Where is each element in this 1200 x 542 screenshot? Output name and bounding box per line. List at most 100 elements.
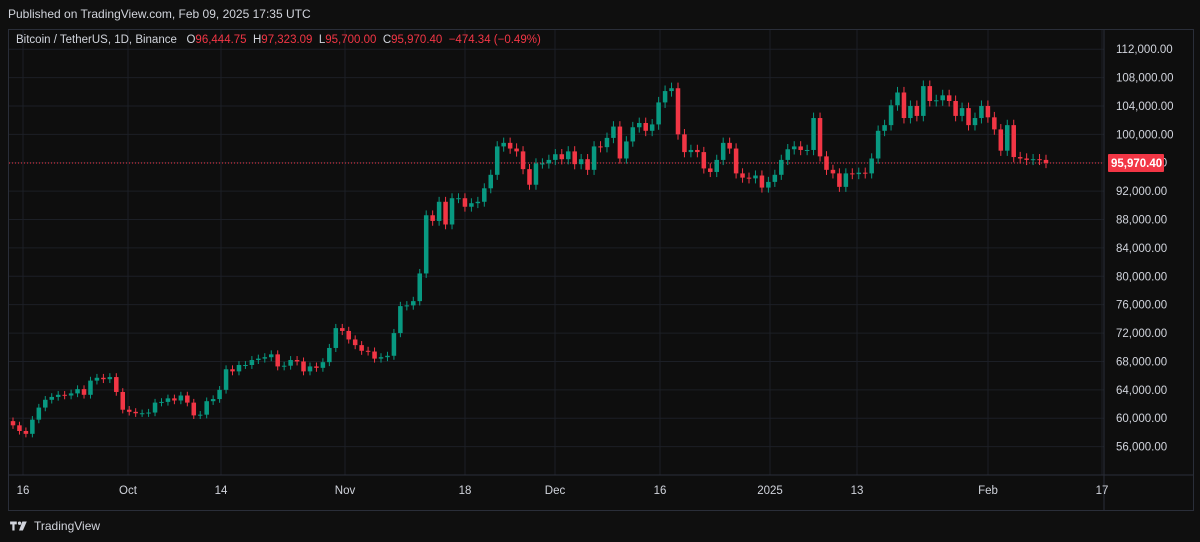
candle-up [417, 273, 423, 302]
tradingview-logo[interactable]: TradingView [9, 519, 100, 533]
candlestick-chart[interactable]: 56,000.00 60,000.00 64,000.00 68,000.00 72,0… [9, 30, 1193, 510]
candle-up [449, 198, 455, 225]
change-value: −474.34 (−0.49%) [448, 34, 541, 46]
published-note: Published on TradingView.com, Feb 09, 20… [8, 7, 311, 21]
candle-down [695, 149, 700, 153]
candle-down [585, 159, 590, 170]
candle-up [262, 357, 268, 359]
candle-up [1030, 159, 1036, 161]
x-tick-label: 17 [1096, 485, 1109, 497]
candle-down [701, 152, 707, 169]
symbol-title[interactable]: Bitcoin / TetherUS, 1D, Binance [16, 34, 177, 46]
candle-up [753, 175, 758, 179]
candle-up [688, 149, 694, 153]
candle-up [940, 95, 945, 101]
candle-up [766, 181, 771, 188]
candle-up [423, 215, 429, 274]
candle-up [856, 172, 862, 175]
candle-down [520, 151, 526, 170]
candle-up [791, 146, 797, 150]
candle-up [55, 394, 61, 397]
candle-up [921, 86, 926, 116]
candle-up [385, 355, 390, 358]
symbol-legend[interactable]: Bitcoin / TetherUS, 1D, Binance O96,444.… [16, 34, 541, 46]
candle-down [901, 92, 907, 119]
candle-down [927, 86, 933, 101]
candle-down [10, 421, 16, 426]
candle-up [159, 401, 164, 403]
candle-up [636, 123, 642, 128]
candle-up [553, 154, 558, 160]
candle-up [43, 399, 48, 408]
candle-up [720, 142, 726, 160]
time-axis[interactable]: 16 Oct 14 Nov 18 Dec 16 2025 13 Feb 17 [17, 485, 1109, 497]
candle-up [30, 419, 35, 434]
tradingview-brand: TradingView [34, 519, 101, 533]
candle-up [139, 413, 145, 415]
candle-up [875, 130, 881, 159]
y-tick-label: 80,000.00 [1116, 271, 1167, 283]
x-tick-label: 18 [459, 485, 472, 497]
candle-up [75, 389, 80, 394]
candle-down [1024, 158, 1029, 160]
candle-up [888, 105, 894, 126]
candle-down [824, 156, 829, 170]
y-tick-label: 112,000.00 [1116, 44, 1173, 56]
candle-up [204, 401, 209, 415]
candle-up [494, 146, 500, 175]
candle-up [662, 91, 668, 103]
candle-up [152, 402, 158, 413]
candle-up [895, 92, 900, 106]
candle-down [443, 201, 448, 225]
candle-up [979, 105, 984, 119]
candle-up [281, 365, 287, 367]
candle-down [507, 142, 513, 149]
candle-down [120, 391, 126, 410]
candle-down [133, 411, 138, 414]
last-price-text: 95,970.40 [1111, 158, 1162, 170]
candle-down [830, 169, 836, 174]
candle-up [49, 396, 54, 400]
candle-down [953, 101, 958, 116]
candle-up [469, 203, 474, 207]
candle-down [559, 154, 565, 160]
candle-up [320, 362, 326, 368]
candle-down [759, 175, 765, 188]
close-label: C [382, 34, 392, 46]
candle-down [81, 389, 87, 395]
y-tick-label: 64,000.00 [1116, 385, 1167, 397]
candle-up [268, 354, 274, 358]
y-tick-label: 84,000.00 [1116, 243, 1167, 255]
candle-up [249, 360, 255, 365]
chart-panel[interactable]: 56,000.00 60,000.00 64,000.00 68,000.00 72,0… [8, 29, 1194, 511]
candle-down [985, 105, 991, 118]
candle-down [62, 394, 67, 396]
candle-up [785, 149, 791, 160]
candle-up [456, 198, 461, 200]
candle-up [378, 357, 384, 359]
top-bar: Published on TradingView.com, Feb 09, 20… [0, 0, 1200, 28]
price-axis[interactable]: 56,000.00 60,000.00 64,000.00 68,000.00 72,0… [1116, 44, 1174, 453]
candle-up [36, 407, 42, 420]
candle-up [217, 389, 222, 400]
candle-down [365, 350, 371, 352]
candle-up [959, 108, 965, 116]
candle-down [746, 177, 752, 179]
candle-down [682, 134, 687, 153]
candle-down [294, 360, 300, 362]
open-value: 96,444.75 [195, 34, 247, 46]
candle-up [94, 377, 100, 381]
candle-down [352, 339, 358, 346]
candle-up [565, 151, 571, 160]
candle-down [643, 123, 648, 131]
candle-down [101, 377, 106, 380]
x-tick-label: Oct [119, 485, 138, 497]
candle-down [966, 108, 971, 126]
candle-down [617, 126, 623, 159]
candle-up [307, 366, 313, 372]
candle-up [88, 380, 93, 395]
candle-up [68, 393, 74, 396]
candle-down [1017, 157, 1023, 159]
candle-down [114, 377, 119, 392]
candle-up [604, 137, 610, 148]
